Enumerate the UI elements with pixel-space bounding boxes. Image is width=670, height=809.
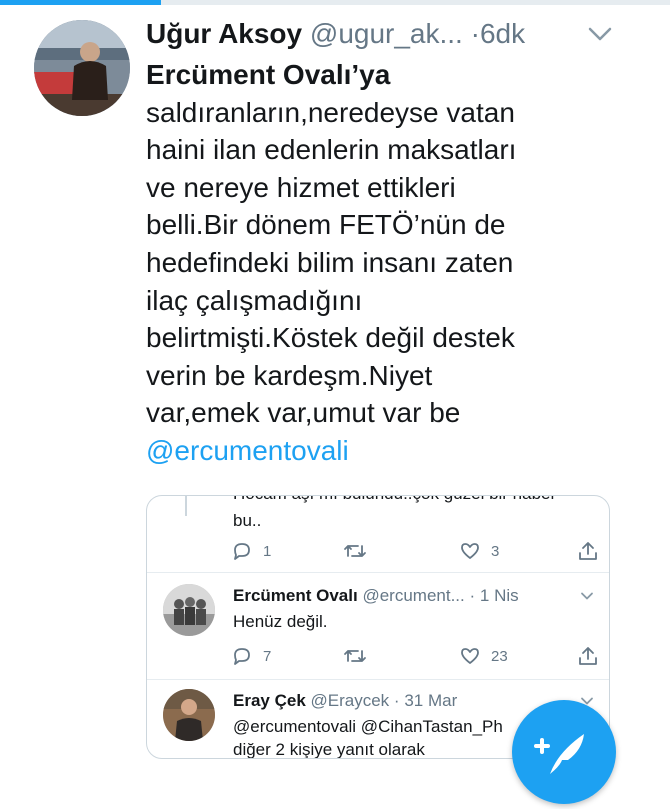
- top-progress-bar: [0, 0, 670, 5]
- reply-author-handle[interactable]: @Eraycek: [311, 691, 390, 710]
- retweet-button[interactable]: [343, 538, 377, 564]
- like-button[interactable]: 3: [459, 538, 499, 564]
- top-progress-fill: [0, 0, 161, 5]
- tweet-text: Ercüment Ovalı’ya saldıranların,neredeys…: [146, 56, 616, 470]
- reply-author-avatar[interactable]: [163, 689, 215, 741]
- thread-connector: [185, 496, 187, 516]
- compose-tweet-icon: [534, 734, 584, 774]
- author-avatar[interactable]: [34, 20, 130, 116]
- tweet-line: ilaç çalışmadığını: [146, 284, 363, 316]
- tweet-time[interactable]: 6dk: [480, 18, 525, 49]
- meta-separator: ·: [393, 691, 400, 710]
- share-icon: [579, 647, 597, 665]
- share-button[interactable]: [577, 538, 599, 564]
- tweet-line: ve nereye hizmet ettikleri: [146, 171, 456, 203]
- reply-icon: [234, 543, 250, 560]
- tweet-line: saldıranların,neredeyse vatan: [146, 96, 515, 128]
- reply-icon: [234, 648, 250, 665]
- author-handle[interactable]: @ugur_ak...: [310, 18, 463, 49]
- first-tweet-tail: bu..: [233, 511, 262, 530]
- retweet-icon: [344, 545, 366, 557]
- first-tweet-actions: 1 3: [231, 538, 603, 564]
- reply-button[interactable]: 1: [231, 538, 271, 564]
- reply-count: 1: [263, 542, 272, 560]
- reply-button[interactable]: 7: [231, 643, 271, 669]
- tweet-line: hedefindeki bilim insanı zaten: [146, 246, 514, 278]
- retweet-button[interactable]: [343, 643, 377, 669]
- chevron-down-icon[interactable]: [579, 588, 595, 604]
- mention-link[interactable]: @ercumentovali: [146, 432, 616, 470]
- reply-author-handle[interactable]: @ercument...: [362, 586, 464, 605]
- share-icon: [579, 542, 597, 560]
- reply-author-name[interactable]: Ercüment Ovalı: [233, 586, 358, 605]
- tweet-line: verin be kardeşm.Niyet: [146, 359, 433, 391]
- chevron-down-icon[interactable]: [584, 18, 616, 50]
- reply-author-avatar[interactable]: [163, 584, 215, 636]
- divider: [147, 679, 609, 680]
- reply-header: Ercüment Ovalı @ercument... · 1 Nis: [233, 586, 519, 606]
- reply-author-name[interactable]: Eray Çek: [233, 691, 306, 710]
- heart-icon: [461, 648, 479, 664]
- tweet-line: haini ilan edenlerin maksatları: [146, 134, 517, 166]
- cutoff-text: Hocam aşı mı bulundu..çok güzel bir habe…: [233, 496, 556, 504]
- like-button[interactable]: 23: [459, 643, 508, 669]
- reply-count: 7: [263, 647, 272, 665]
- author-name[interactable]: Uğur Aksoy: [146, 18, 302, 49]
- divider: [147, 572, 609, 573]
- meta-separator: ·: [470, 18, 480, 49]
- retweet-icon: [344, 650, 366, 662]
- reply-date[interactable]: 31 Mar: [404, 691, 457, 710]
- compose-tweet-button[interactable]: [512, 700, 616, 804]
- reply-header: Eray Çek @Eraycek · 31 Mar: [233, 691, 457, 711]
- tweet-line: belirtmişti.Köstek değil destek: [146, 322, 515, 354]
- meta-separator: ·: [469, 586, 476, 605]
- reply-text: Henüz değil.: [233, 612, 328, 631]
- tweet-line: belli.Bir dönem FETÖ’nün de: [146, 209, 506, 241]
- heart-icon: [461, 543, 479, 559]
- reply-mentions[interactable]: @ercumentovali @CihanTastan_Ph: [233, 717, 503, 737]
- reply-actions: 7 23: [231, 643, 603, 669]
- like-count: 23: [491, 647, 508, 665]
- like-count: 3: [491, 542, 500, 560]
- tweet-line: Ercüment Ovalı’ya: [146, 59, 391, 90]
- share-button[interactable]: [577, 643, 599, 669]
- tweet-line: var,emek var,umut var be: [146, 397, 461, 429]
- replying-to-note: diğer 2 kişiye yanıt olarak: [233, 740, 425, 759]
- tweet-header: Uğur Aksoy @ugur_ak... ·6dk: [146, 14, 636, 54]
- reply-date[interactable]: 1 Nis: [480, 586, 519, 605]
